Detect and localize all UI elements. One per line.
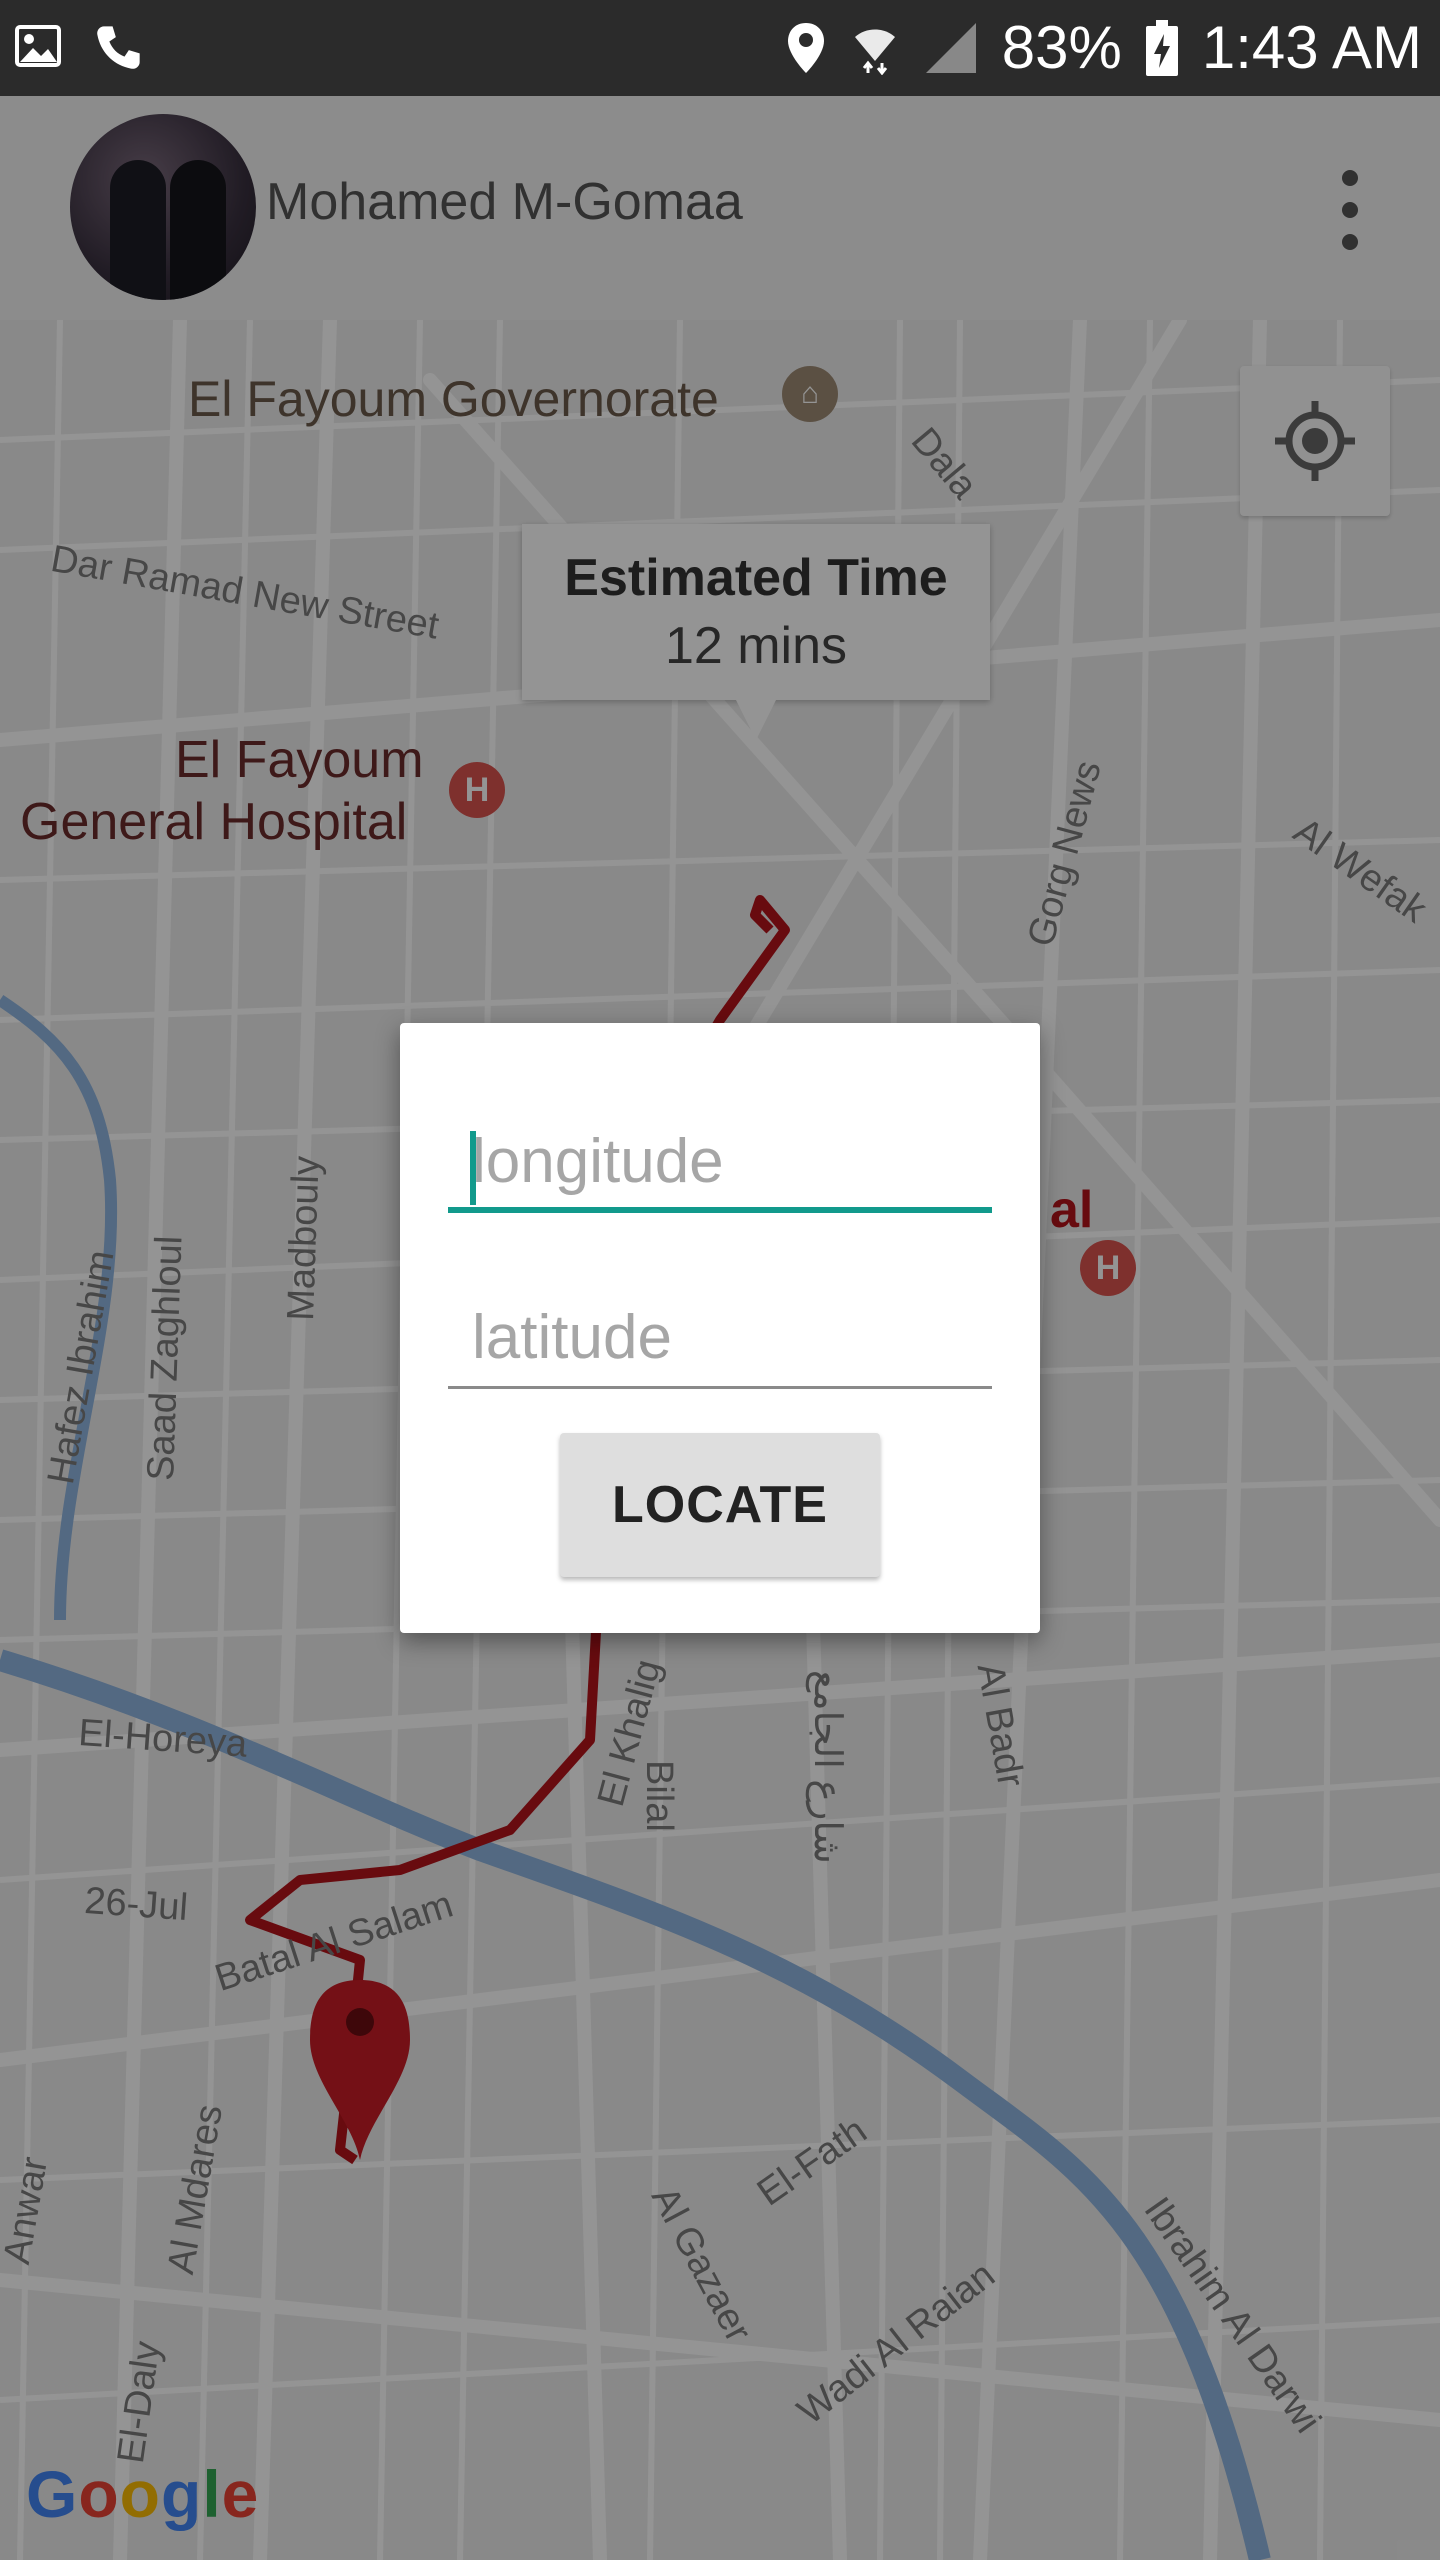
text-cursor bbox=[470, 1131, 476, 1205]
phone-icon bbox=[97, 26, 140, 69]
longitude-field[interactable] bbox=[448, 1113, 992, 1213]
image-icon bbox=[15, 25, 61, 67]
longitude-input[interactable] bbox=[448, 1113, 992, 1209]
locate-button[interactable]: LOCATE bbox=[560, 1433, 880, 1577]
input-underline bbox=[448, 1207, 992, 1213]
wifi-icon bbox=[854, 29, 895, 75]
latitude-field[interactable] bbox=[448, 1289, 992, 1389]
input-underline bbox=[448, 1386, 992, 1389]
location-icon bbox=[787, 23, 824, 73]
battery-percent: 83% bbox=[1001, 14, 1122, 81]
status-bar: 83% 1:43 AM bbox=[0, 0, 1440, 96]
clock: 1:43 AM bbox=[1201, 14, 1422, 81]
signal-icon bbox=[925, 23, 976, 73]
locate-dialog: LOCATE bbox=[400, 1023, 1040, 1633]
latitude-input[interactable] bbox=[448, 1289, 992, 1385]
battery-charging-icon bbox=[1145, 20, 1178, 76]
